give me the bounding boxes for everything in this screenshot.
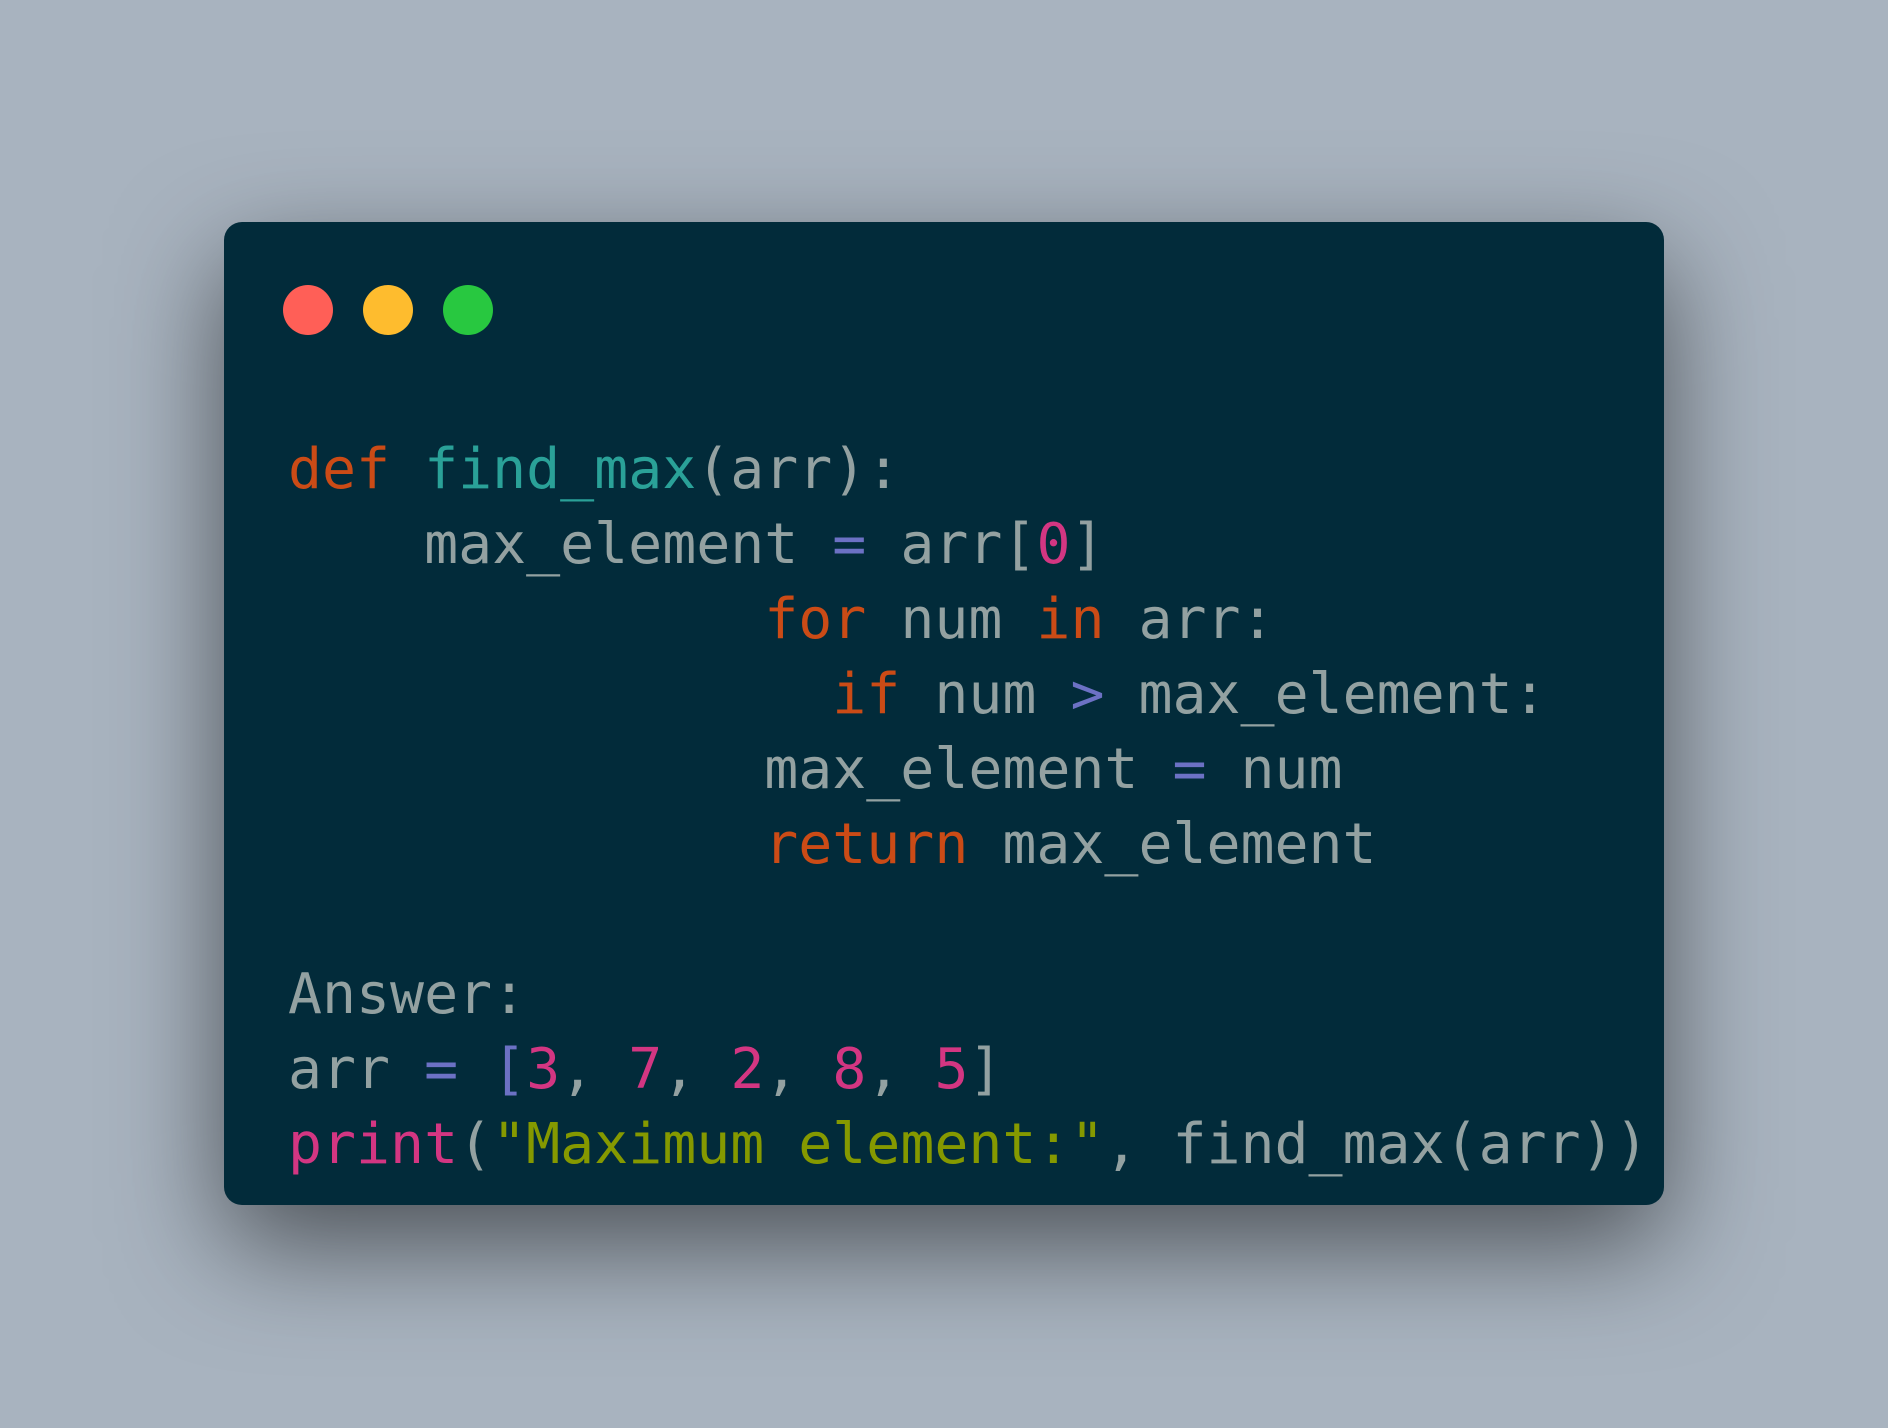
condition-right: max_element: [1138, 662, 1547, 727]
code-line-3: for num in arr: [288, 582, 1649, 657]
return-value: max_element [1002, 812, 1377, 877]
close-button-icon[interactable] [283, 285, 333, 335]
separator: , [662, 1037, 731, 1102]
variable: arr [288, 1037, 391, 1102]
variable: max_element [764, 737, 1139, 802]
iterable: arr: [1138, 587, 1275, 652]
operator-gt: > [1070, 662, 1105, 727]
call-args: , find_max(arr)) [1104, 1112, 1649, 1177]
builtin-print: print [288, 1112, 459, 1177]
loop-variable: num [900, 587, 1003, 652]
array-number: 5 [934, 1037, 969, 1102]
maximize-button-icon[interactable] [443, 285, 493, 335]
code-line-2: max_element = arr[0] [288, 507, 1649, 582]
function-name: find_max [424, 437, 697, 502]
operator-assign: = [1172, 737, 1207, 802]
code-line-9: arr = [3, 7, 2, 8, 5] [288, 1032, 1649, 1107]
keyword-return: return [764, 812, 969, 877]
variable: max_element [424, 512, 799, 577]
code-line-5: max_element = num [288, 732, 1649, 807]
separator: , [764, 1037, 833, 1102]
array-number: 7 [628, 1037, 663, 1102]
array-number: 8 [832, 1037, 867, 1102]
code-line-10: print("Maximum element:", find_max(arr)) [288, 1107, 1649, 1182]
keyword-def: def [288, 437, 391, 502]
operator-assign: = [424, 1037, 459, 1102]
keyword-in: in [1036, 587, 1105, 652]
index-number: 0 [1036, 512, 1071, 577]
array-number: 2 [730, 1037, 765, 1102]
code-line-1: def find_max(arr): [288, 432, 1649, 507]
separator: , [560, 1037, 629, 1102]
code-window: def find_max(arr): max_element = arr[0] … [224, 222, 1664, 1205]
code-line-7-blank [288, 882, 1649, 957]
keyword-for: for [764, 587, 867, 652]
separator: , [866, 1037, 935, 1102]
window-controls [283, 285, 523, 335]
minimize-button-icon[interactable] [363, 285, 413, 335]
array-number: 3 [526, 1037, 561, 1102]
code-line-8: Answer: [288, 957, 1649, 1032]
answer-label: Answer: [288, 962, 527, 1027]
code-line-6: return max_element [288, 807, 1649, 882]
code-block: def find_max(arr): max_element = arr[0] … [288, 432, 1649, 1182]
bracket-close: ] [968, 1037, 1003, 1102]
condition-left: num [934, 662, 1037, 727]
paren-open: ( [458, 1112, 493, 1177]
array-access: arr[ [900, 512, 1037, 577]
function-params: (arr): [696, 437, 901, 502]
keyword-if: if [832, 662, 901, 727]
string-literal: "Maximum element:" [492, 1112, 1105, 1177]
value: num [1240, 737, 1343, 802]
bracket-close: ] [1070, 512, 1105, 577]
code-line-4: if num > max_element: [288, 657, 1649, 732]
bracket-open: [ [492, 1037, 527, 1102]
operator-assign: = [832, 512, 867, 577]
